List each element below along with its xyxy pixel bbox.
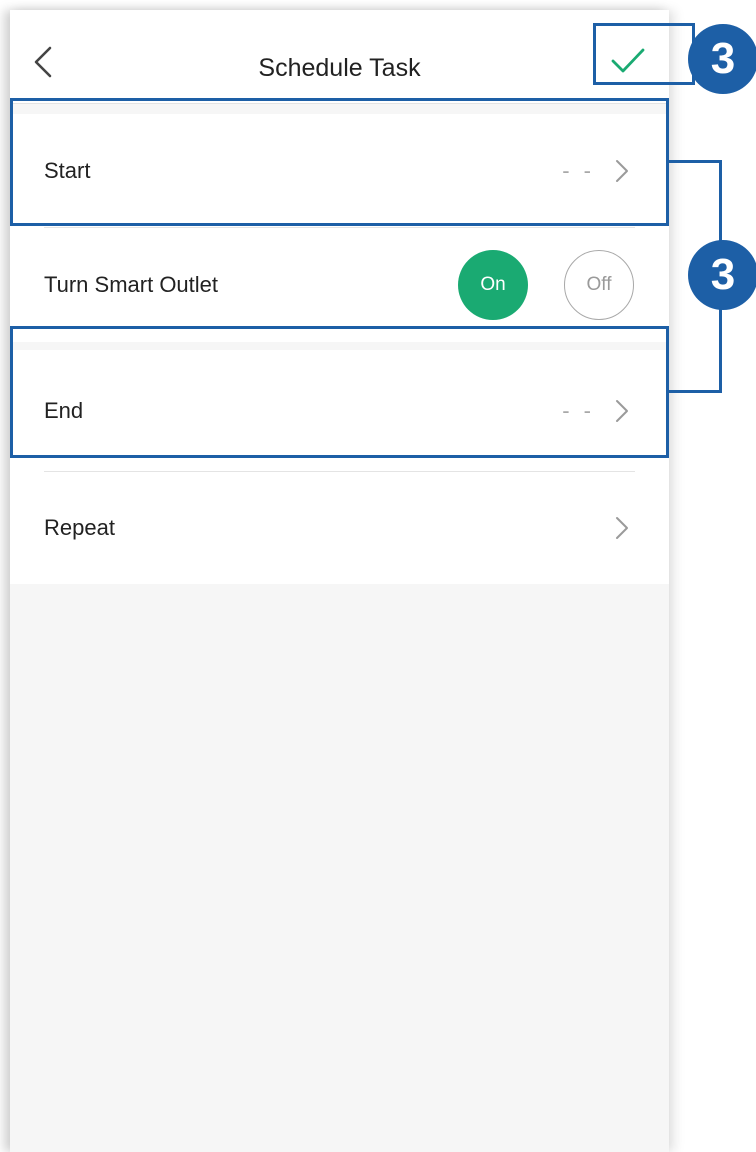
confirm-highlight-box — [593, 23, 695, 85]
navigation-bar: Schedule Task — [10, 10, 669, 104]
repeat-label: Repeat — [44, 515, 115, 540]
step-badge-confirm: 3 — [688, 24, 756, 94]
end-highlight-box — [10, 326, 669, 458]
annotation-bracket — [666, 390, 722, 393]
toggle-off-button[interactable]: Off — [564, 250, 634, 320]
start-highlight-box — [10, 98, 669, 226]
outlet-toggle-row: Turn Smart Outlet On Off — [10, 228, 669, 342]
screenshot-stage: Schedule Task Start - - Turn Smart Outle… — [0, 0, 756, 1152]
step-badge-rows: 3 — [688, 240, 756, 310]
page-title: Schedule Task — [258, 54, 421, 82]
annotation-bracket — [666, 160, 722, 163]
toggle-on-button[interactable]: On — [458, 250, 528, 320]
chevron-right-icon — [616, 517, 628, 539]
repeat-row[interactable]: Repeat — [10, 472, 669, 584]
outlet-toggle-label: Turn Smart Outlet — [44, 272, 219, 297]
